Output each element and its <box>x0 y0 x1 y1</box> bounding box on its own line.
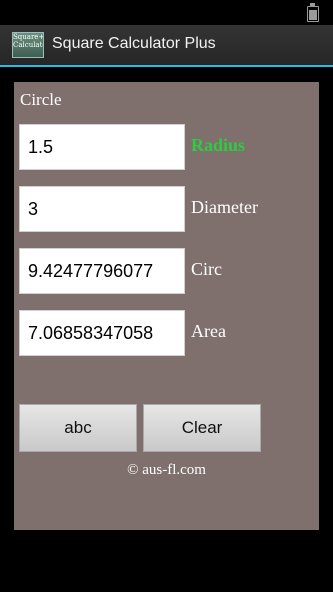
section-label: Circle <box>20 90 62 109</box>
battery-icon <box>307 3 319 22</box>
app-logo-icon: Square+ Calculator <box>12 32 44 58</box>
radius-label: Radius <box>191 135 246 155</box>
circumference-input[interactable]: 9.42477796077 <box>19 248 185 294</box>
abc-button[interactable]: abc <box>19 404 137 452</box>
area-input[interactable]: 7.06858347058 <box>19 310 185 356</box>
app-title: Square Calculator Plus <box>52 35 216 52</box>
circumference-label: Circ <box>191 259 222 279</box>
clear-button[interactable]: Clear <box>143 404 261 452</box>
radius-input[interactable]: 1.5 <box>19 124 185 170</box>
area-label: Area <box>191 321 226 341</box>
calculator-panel: Circle 1.5 Radius 3 Diameter 9.424777960… <box>14 82 319 530</box>
action-bar: Square+ Calculator Square Calculator Plu… <box>0 25 333 67</box>
diameter-label: Diameter <box>191 197 258 217</box>
copyright-text: © aus-fl.com <box>127 462 206 478</box>
diameter-input[interactable]: 3 <box>19 186 185 232</box>
status-bar <box>0 0 333 25</box>
